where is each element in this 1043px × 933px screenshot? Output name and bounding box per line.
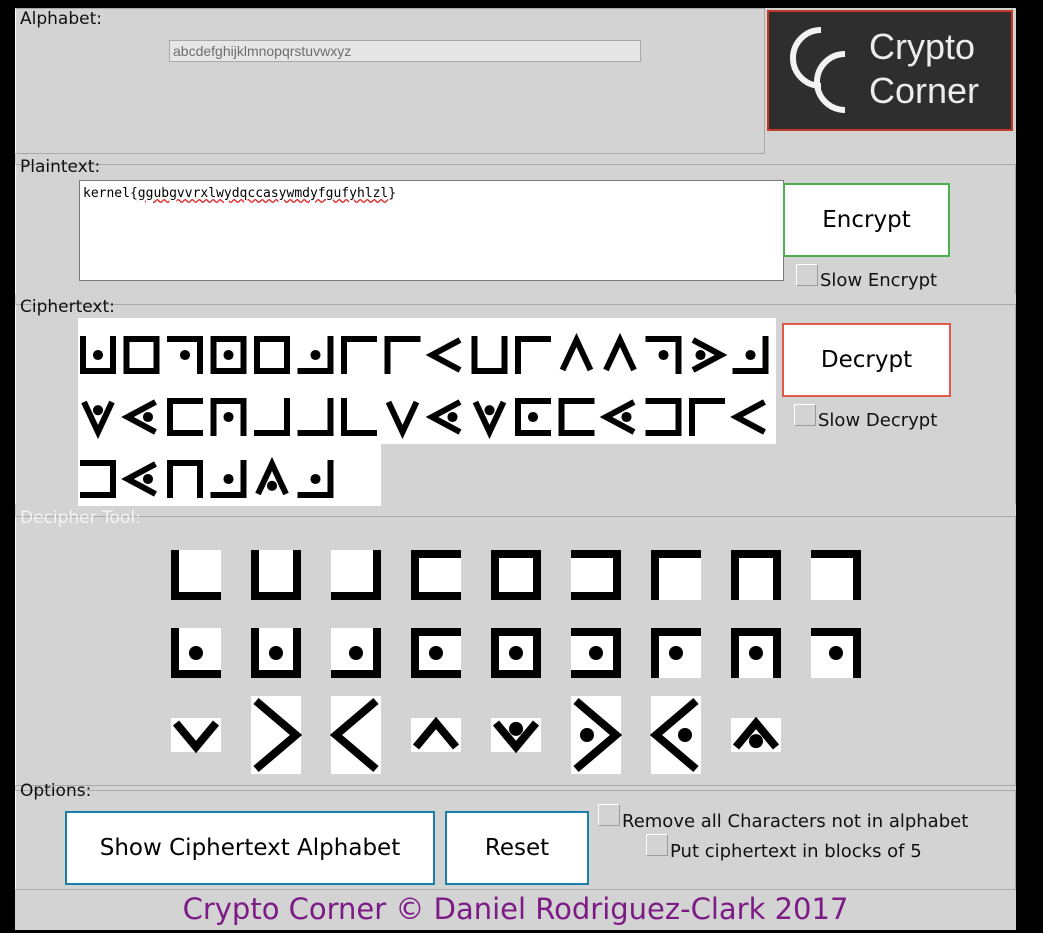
cipher-glyph-y — [599, 399, 636, 435]
tool-glyph-c — [331, 550, 381, 600]
cipher-glyph-v — [559, 332, 594, 372]
blocks-of-5-checkbox[interactable] — [646, 834, 668, 856]
cipher-glyph-k — [80, 336, 116, 374]
tool-glyph-k — [251, 628, 301, 678]
plaintext-body: ggubgvvrxlwydqccasywmdyfgufyhlzl — [137, 186, 389, 201]
blocks-of-5-label: Put ciphertext in blocks of 5 — [670, 841, 922, 862]
cipher-glyph-e — [254, 336, 290, 374]
cipher-glyph-d — [167, 398, 203, 436]
tool-glyph-q — [731, 628, 781, 678]
cipher-glyph-y — [425, 399, 462, 435]
show-ciphertext-alphabet-button[interactable]: Show Ciphertext Alphabet — [65, 811, 435, 885]
tool-glyph-d — [411, 550, 461, 600]
tool-glyph-t — [251, 696, 303, 774]
tool-glyph-b — [251, 550, 301, 600]
alphabet-label: Alphabet: — [20, 9, 102, 29]
slow-encrypt-label: Slow Encrypt — [820, 270, 938, 291]
tool-glyph-s — [171, 718, 221, 754]
cipher-glyph-g — [515, 336, 551, 374]
tool-glyph-w — [491, 718, 541, 754]
cipher-glyph-g — [341, 336, 377, 374]
cipher-glyph-w — [472, 400, 507, 440]
cipher-glyph-f — [80, 460, 116, 498]
tool-glyph-p — [651, 628, 701, 678]
remove-chars-checkbox[interactable] — [598, 804, 620, 826]
cipher-glyph-v — [603, 332, 637, 372]
slow-encrypt-checkbox[interactable] — [796, 264, 818, 286]
crypto-corner-logo: Crypto Corner — [767, 10, 1013, 131]
tool-glyph-z — [731, 716, 781, 752]
slow-decrypt-label: Slow Decrypt — [818, 410, 938, 431]
tool-glyph-m — [411, 628, 461, 678]
cipher-glyph-n — [210, 336, 247, 374]
cipher-glyph-l — [210, 460, 247, 498]
app-window: Alphabet: abcdefghijklmnopqrstuvwxyz Cry… — [15, 8, 1016, 930]
tool-glyph-v — [411, 716, 461, 752]
tool-glyph-r — [811, 628, 861, 678]
cipher-glyph-z — [255, 456, 289, 496]
alphabet-section — [15, 8, 765, 154]
tool-glyph-i — [811, 550, 861, 600]
tool-glyph-x — [571, 696, 623, 774]
tool-glyph-g — [651, 550, 701, 600]
tool-glyph-y — [649, 696, 701, 774]
cipher-glyph-l — [297, 460, 334, 498]
cipher-glyph-u — [730, 399, 766, 435]
tool-glyph-a — [171, 550, 221, 600]
tool-glyph-e — [491, 550, 541, 600]
plaintext-prefix: kernel{ — [83, 186, 138, 201]
alphabet-input[interactable]: abcdefghijklmnopqrstuvwxyz — [169, 40, 641, 62]
cipher-glyph-b — [471, 336, 508, 374]
decipher-tool-grid — [171, 550, 861, 774]
cipher-glyph-c — [297, 398, 334, 436]
plaintext-label: Plaintext: — [20, 157, 101, 177]
cipher-glyph-s — [385, 400, 420, 440]
options-label: Options: — [20, 781, 92, 801]
tool-glyph-n — [491, 628, 541, 678]
cipher-glyph-l — [732, 336, 769, 374]
cipher-glyph-r — [167, 336, 203, 374]
cipher-glyph-y — [121, 399, 157, 435]
cc-logo-icon — [790, 27, 846, 113]
cipher-glyph-u — [425, 337, 462, 373]
tool-glyph-o — [571, 628, 621, 678]
cipher-glyph-r — [645, 336, 682, 374]
decrypt-button[interactable]: Decrypt — [782, 323, 951, 397]
cipher-glyph-y — [121, 461, 157, 497]
slow-decrypt-checkbox[interactable] — [794, 404, 816, 426]
cipher-glyph-a — [341, 398, 377, 436]
cipher-glyph-w — [81, 400, 115, 440]
tool-glyph-h — [731, 550, 781, 600]
cipher-glyph-g — [384, 336, 421, 374]
decipher-tool-label: Decipher Tool: — [20, 508, 141, 528]
tool-glyph-j — [171, 628, 221, 678]
reset-button[interactable]: Reset — [445, 811, 589, 885]
logo-line-1: Crypto — [869, 26, 976, 67]
cipher-glyph-x — [691, 337, 728, 373]
tool-glyph-l — [331, 628, 381, 678]
cipher-glyph-e — [123, 336, 160, 374]
tool-glyph-u — [329, 696, 381, 774]
copyright-footer: Crypto Corner © Daniel Rodriguez-Clark 2… — [182, 892, 849, 926]
cipher-glyph-l — [297, 336, 334, 374]
ciphertext-label: Ciphertext: — [20, 297, 115, 317]
cipher-glyph-f — [645, 398, 682, 436]
plaintext-suffix: } — [388, 186, 397, 201]
logo-line-2: Corner — [869, 70, 980, 111]
cipher-glyph-c — [254, 398, 290, 436]
encrypt-button[interactable]: Encrypt — [783, 183, 950, 257]
cipher-glyph-d — [558, 398, 595, 436]
cipher-glyph-h — [167, 460, 203, 498]
tool-glyph-f — [571, 550, 621, 600]
ciphertext-glyphs — [80, 332, 769, 498]
cipher-glyph-g — [689, 398, 725, 436]
cipher-glyph-q — [210, 398, 247, 436]
ciphertext-display — [78, 318, 776, 506]
cipher-glyph-m — [515, 398, 551, 436]
remove-chars-label: Remove all Characters not in alphabet — [622, 811, 969, 832]
plaintext-input[interactable]: kernel{ggubgvvrxlwydqccasywmdyfgufyhlzl} — [79, 180, 784, 281]
